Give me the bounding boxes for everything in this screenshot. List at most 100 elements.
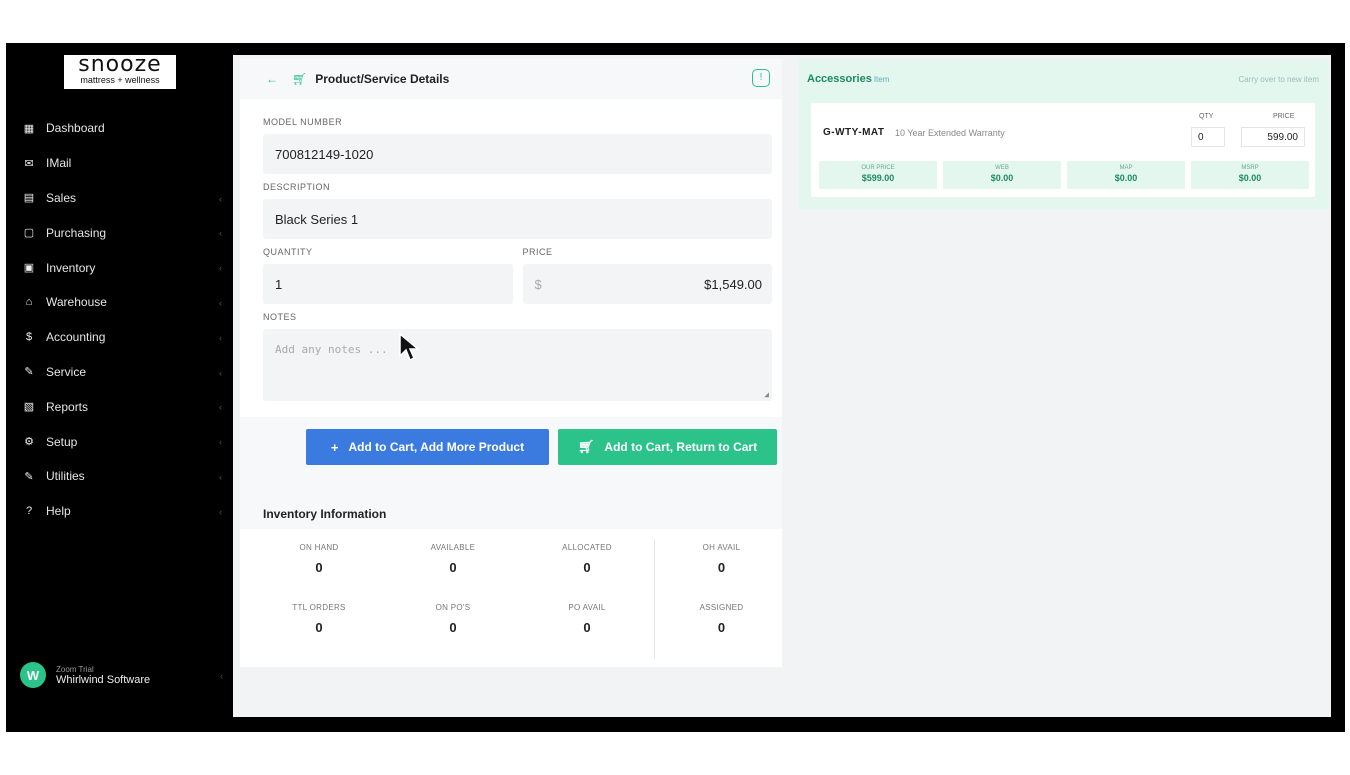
stat-label: OUR PRICE [861,165,895,171]
inventory-value: 0 [583,620,591,635]
price-value: $1,549.00 [704,276,762,292]
resize-handle-icon[interactable]: ◢ [764,390,769,399]
accessories-panel: Accessories Item Carry over to new item … [799,59,1329,209]
cart-icon: 🛒︎ [292,72,308,86]
sidebar-item-label: Dashboard [46,121,105,136]
carry-over-link[interactable]: Carry over to new item [1239,75,1319,84]
description-field[interactable]: Black Series 1 [263,199,772,239]
sidebar-item-inventory[interactable]: ▣ Inventory ‹ [6,250,232,285]
stat-label: WEB [995,165,1009,171]
brand-logo[interactable]: snooze mattress + wellness [64,54,176,89]
inventory-label: ALLOCATED [562,543,612,552]
inventory-value: 0 [583,560,591,575]
sidebar-item-setup[interactable]: ⚙ Setup ‹ [6,424,232,459]
sidebar-item-label: Sales [46,190,77,205]
inventory-label: ON HAND [299,543,339,552]
inventory-cell: ASSIGNED 0 [654,599,788,659]
model-number-field[interactable]: 700812149-1020 [263,134,772,174]
notes-placeholder: Add any notes ... [275,343,388,356]
inventory-icon: ▣ [23,262,35,275]
description-label: DESCRIPTION [263,182,331,192]
quantity-field[interactable]: 1 [263,264,513,304]
mouse-cursor-icon [399,332,420,362]
inventory-cell: TTL ORDERS 0 [252,599,386,659]
user-org: Whirlwind Software [56,673,151,686]
stat-msrp: MSRP $0.00 [1191,161,1309,189]
inventory-value: 0 [717,620,726,635]
mail-icon: ✉ [24,157,34,170]
inventory-value: 0 [717,560,726,575]
action-bar: + Add to Cart, Add More Product 🛒︎ Add t… [240,417,782,499]
gear-icon: ⚙ [24,436,34,449]
return-to-cart-button[interactable]: 🛒︎ Add to Cart, Return to Cart [558,429,777,465]
stat-map: MAP $0.00 [1067,161,1185,189]
add-more-product-button[interactable]: + Add to Cart, Add More Product [306,429,549,465]
sidebar-item-purchasing[interactable]: ▢ Purchasing ‹ [6,215,232,250]
sidebar-item-reports[interactable]: ▧ Reports ‹ [6,389,232,424]
notes-textarea[interactable]: Add any notes ... ◢ [263,329,772,401]
sidebar-item-service[interactable]: ✎ Service ‹ [6,355,232,390]
purchasing-icon: ▢ [23,227,35,240]
sidebar: snooze mattress + wellness ▦ Dashboard ✉… [6,43,232,732]
price-field[interactable]: $ $1,549.00 [522,264,772,304]
app-window: snooze mattress + wellness ▦ Dashboard ✉… [6,43,1345,732]
inventory-label: ASSIGNED [699,603,744,612]
wrench-icon: ✎ [24,470,34,483]
stat-value: $0.00 [1238,173,1262,183]
details-form: MODEL NUMBER 700812149-1020 DESCRIPTION … [240,99,782,401]
chevron-icon: ‹ [219,332,222,343]
qty-label: QTY [1199,113,1214,120]
price-label: PRICE [522,247,553,257]
wrench-icon: ✎ [24,366,34,379]
user-menu[interactable]: W Zoom Trial Whirlwind Software ‹ [20,659,225,691]
inventory-title: Inventory Information [240,499,782,529]
sidebar-item-label: Service [46,364,87,379]
stat-label: MSRP [1241,165,1259,171]
chevron-icon: ‹ [220,671,223,681]
sidebar-item-warehouse[interactable]: ⌂ Warehouse ‹ [6,285,232,320]
back-arrow-icon[interactable]: ← [266,72,278,86]
chevron-icon: ‹ [219,297,222,308]
inventory-value: 0 [315,560,323,575]
dashboard-icon: ▦ [23,122,35,135]
sidebar-item-utilities[interactable]: ✎ Utilities ‹ [6,459,232,494]
plus-icon: + [330,439,339,455]
inventory-label: TTL ORDERS [292,603,346,612]
chevron-icon: ‹ [219,437,222,448]
sidebar-item-label: IMail [46,156,72,171]
sidebar-item-label: Setup [46,434,78,449]
inventory-cell: OH AVAIL 0 [654,539,788,599]
brand-tagline: mattress + wellness [80,75,160,85]
inventory-value: 0 [315,620,323,635]
accessory-stats: OUR PRICE $599.00 WEB $0.00 MAP $0.00 MS… [819,161,1309,189]
sidebar-item-sales[interactable]: ▤ Sales ‹ [6,181,232,216]
accessory-description: 10 Year Extended Warranty [895,128,1005,138]
page-title: Product/Service Details [315,72,450,86]
chevron-icon: ‹ [219,228,222,239]
chevron-icon: ‹ [219,367,222,378]
dollar-icon: $ [25,331,33,344]
stat-value: $599.00 [861,173,895,183]
stat-value: $0.00 [990,173,1014,183]
sidebar-item-dashboard[interactable]: ▦ Dashboard [6,111,232,146]
return-label: Add to Cart, Return to Cart [604,440,758,454]
reports-icon: ▧ [23,401,35,414]
sidebar-item-label: Inventory [46,260,96,275]
info-icon[interactable]: ! [752,69,770,87]
accessory-qty-input[interactable]: 0 [1191,127,1225,147]
stat-label: MAP [1119,165,1133,171]
accessories-title: Accessories [807,73,872,85]
inventory-label: ON PO'S [435,603,471,612]
qty-price-row: QUANTITY 1 PRICE $ $1,549.00 [263,239,772,304]
sidebar-nav: ▦ Dashboard ✉ IMail ▤ Sales ‹ ▢ Purchasi… [6,111,232,529]
sidebar-item-imail[interactable]: ✉ IMail [6,146,232,181]
chevron-icon: ‹ [219,471,222,482]
warehouse-icon: ⌂ [25,296,33,309]
sidebar-item-accounting[interactable]: $ Accounting ‹ [6,320,232,355]
accessory-price-input[interactable]: 599.00 [1241,127,1305,147]
accessories-header: Accessories Item Carry over to new item [799,59,1329,99]
stat-web: WEB $0.00 [943,161,1061,189]
inventory-cell: ON HAND 0 [252,539,386,599]
sidebar-item-help[interactable]: ? Help ‹ [6,494,232,529]
model-number-label: MODEL NUMBER [263,117,343,127]
